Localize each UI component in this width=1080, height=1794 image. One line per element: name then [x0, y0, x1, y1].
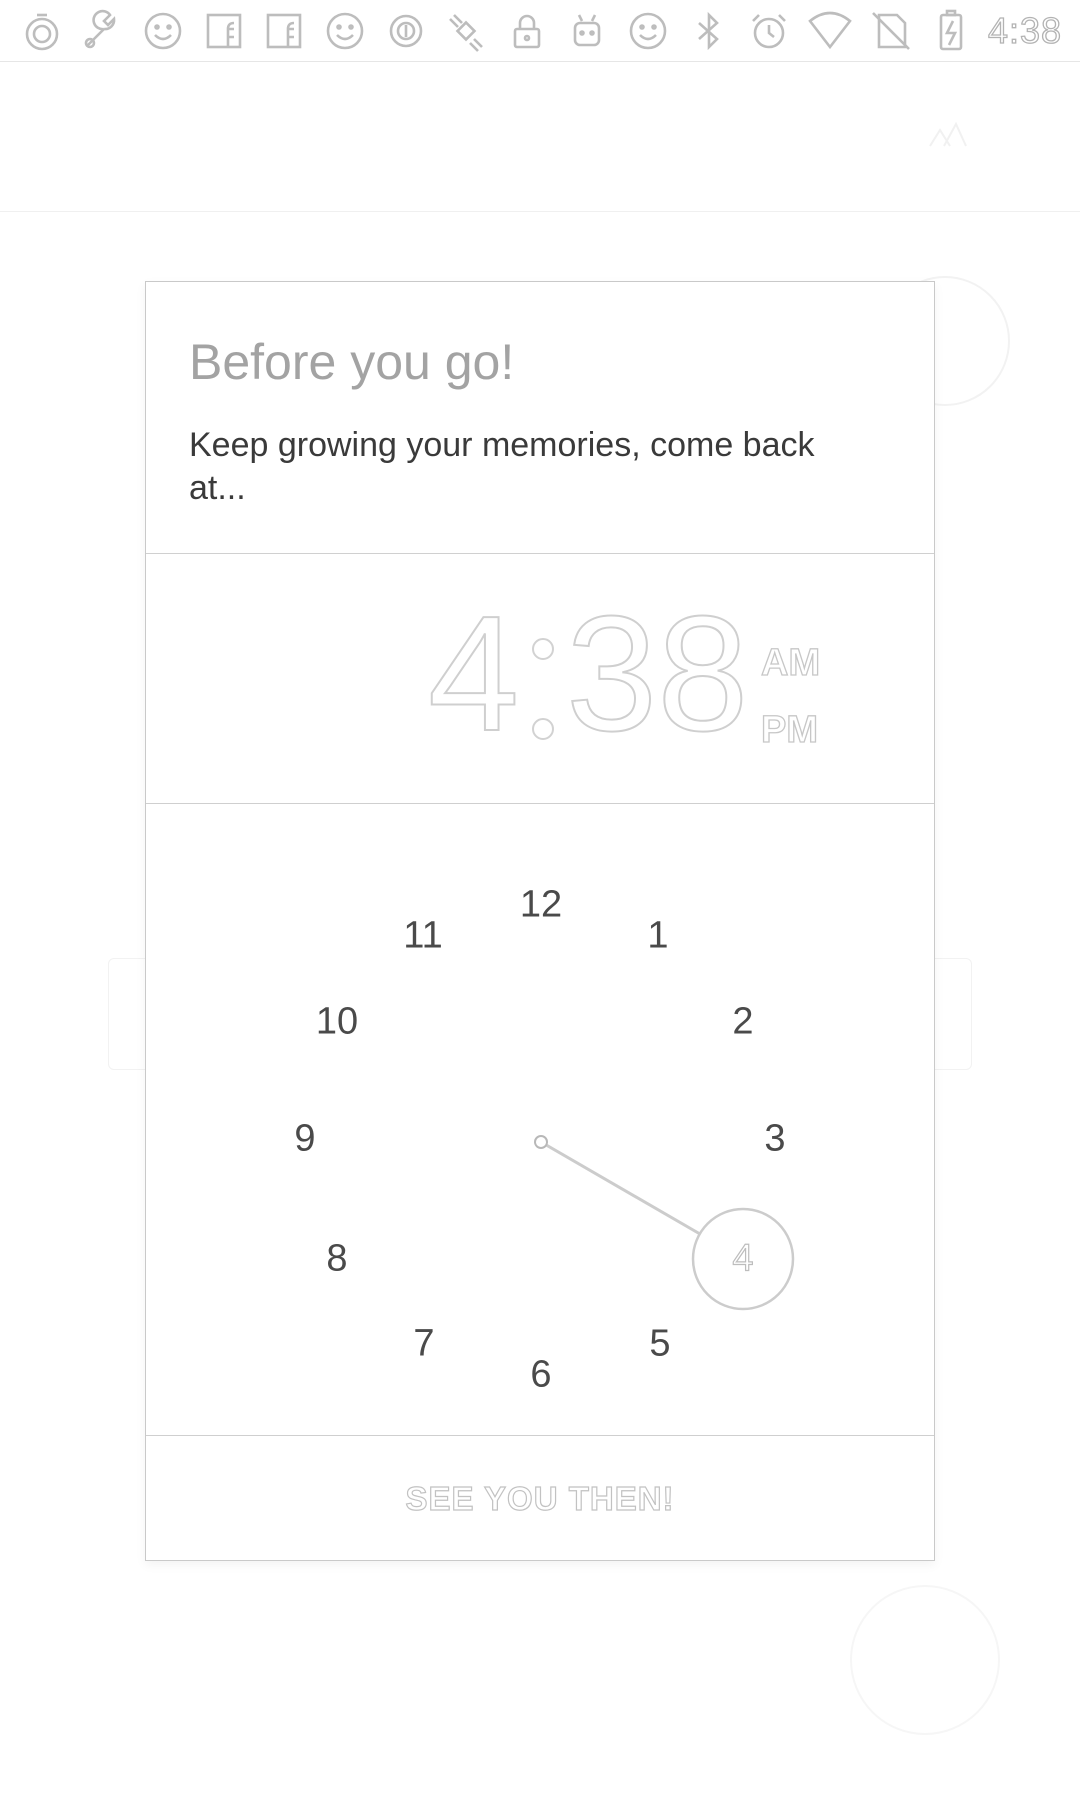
dialog-actions: SEE YOU THEN! — [146, 1436, 934, 1562]
clock-number-5[interactable]: 5 — [630, 1323, 690, 1366]
alarm-icon — [746, 6, 794, 56]
pm-toggle[interactable]: PM — [760, 708, 818, 752]
no-sim-icon — [867, 6, 915, 56]
smiley-icon — [624, 6, 672, 56]
clock-number-4[interactable]: 4 — [713, 1237, 773, 1281]
stopwatch-icon — [18, 6, 66, 56]
smiley-icon — [139, 6, 187, 56]
clock-number-9[interactable]: 9 — [275, 1118, 335, 1161]
clock-number-12[interactable]: 12 — [511, 884, 571, 927]
clock-center — [534, 1135, 548, 1149]
background-app-bar — [0, 62, 1080, 212]
clock-face[interactable]: 12 1 2 3 4 5 6 7 8 9 10 11 — [146, 804, 934, 1436]
wrench-icon — [79, 6, 127, 56]
bluetooth-icon — [685, 6, 733, 56]
android-icon — [564, 6, 612, 56]
clock-number-7[interactable]: 7 — [394, 1323, 454, 1366]
clock-number-1[interactable]: 1 — [628, 915, 688, 958]
hour-display[interactable]: 4 — [427, 591, 520, 757]
clock-number-2[interactable]: 2 — [713, 1001, 773, 1044]
background-app-icon — [926, 120, 970, 150]
satellite-icon — [442, 6, 490, 56]
wifi-icon — [806, 6, 854, 56]
time-separator — [530, 622, 556, 752]
dialog-message: Keep growing your memories, come back at… — [189, 426, 815, 507]
status-time: 4:38 — [987, 9, 1063, 51]
clock-number-8[interactable]: 8 — [307, 1238, 367, 1281]
time-picker-dialog: Before you go! Keep growing your memorie… — [145, 281, 935, 1561]
dialog-header: Before you go! Keep growing your memorie… — [146, 282, 934, 554]
facebook-icon — [261, 6, 309, 56]
clock-number-10[interactable]: 10 — [307, 1001, 367, 1044]
facebook-icon — [200, 6, 248, 56]
time-display: 4 38 AM PM — [146, 554, 934, 804]
minutes-display[interactable]: 38 — [565, 591, 749, 757]
clock-number-6[interactable]: 6 — [511, 1354, 571, 1397]
battery-charging-icon — [927, 6, 975, 56]
lock-icon — [503, 6, 551, 56]
am-toggle[interactable]: AM — [760, 641, 820, 685]
see-you-then-button[interactable]: SEE YOU THEN! — [399, 1479, 680, 1519]
clock-hand — [540, 1140, 701, 1236]
clock-number-3[interactable]: 3 — [745, 1118, 805, 1161]
smiley-icon — [321, 6, 369, 56]
record-icon — [382, 6, 430, 56]
clock-number-11[interactable]: 11 — [393, 915, 453, 958]
status-bar: 4:38 — [0, 0, 1080, 62]
dialog-title: Before you go! — [189, 334, 515, 390]
background-fab — [850, 1585, 1000, 1735]
